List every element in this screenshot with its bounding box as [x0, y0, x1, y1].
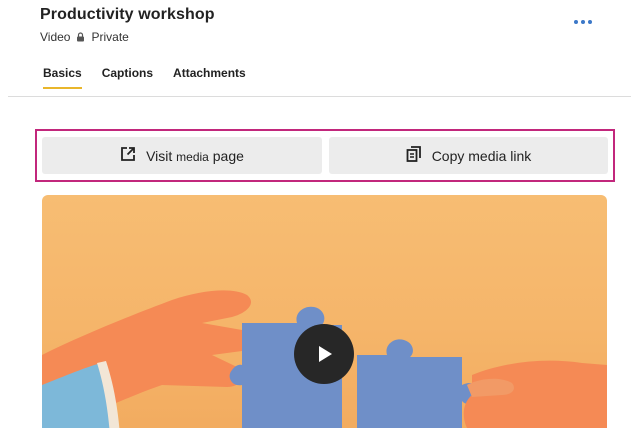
video-thumbnail[interactable] [42, 195, 607, 428]
visit-media-page-button[interactable]: Visit media page [42, 137, 322, 174]
lock-icon [76, 32, 85, 42]
visit-media-page-label: Visit media page [146, 148, 244, 164]
privacy-label: Private [91, 30, 129, 44]
media-actions-highlight: Visit media page Copy media link [35, 129, 615, 182]
tab-bar: Basics Captions Attachments [43, 66, 246, 89]
copy-icon [406, 146, 422, 165]
media-type-label: Video [40, 30, 71, 44]
visit-label-suffix: page [212, 147, 244, 164]
tab-captions[interactable]: Captions [102, 66, 153, 89]
external-link-icon [120, 146, 136, 165]
play-icon [319, 346, 332, 362]
tab-basics[interactable]: Basics [43, 66, 82, 89]
tabs-divider [8, 96, 631, 97]
page-title: Productivity workshop [40, 6, 215, 23]
visit-label-mid: media [176, 149, 209, 164]
copy-media-link-button[interactable]: Copy media link [329, 137, 608, 174]
visit-label-prefix: Visit [146, 147, 173, 164]
play-button[interactable] [294, 324, 354, 384]
more-options-icon[interactable] [573, 14, 593, 30]
puzzle-hands-image [42, 290, 607, 428]
media-header: Productivity workshop Video Private [40, 6, 215, 44]
tab-attachments[interactable]: Attachments [173, 66, 246, 89]
media-meta: Video Private [40, 30, 215, 44]
copy-media-link-label: Copy media link [431, 147, 532, 164]
